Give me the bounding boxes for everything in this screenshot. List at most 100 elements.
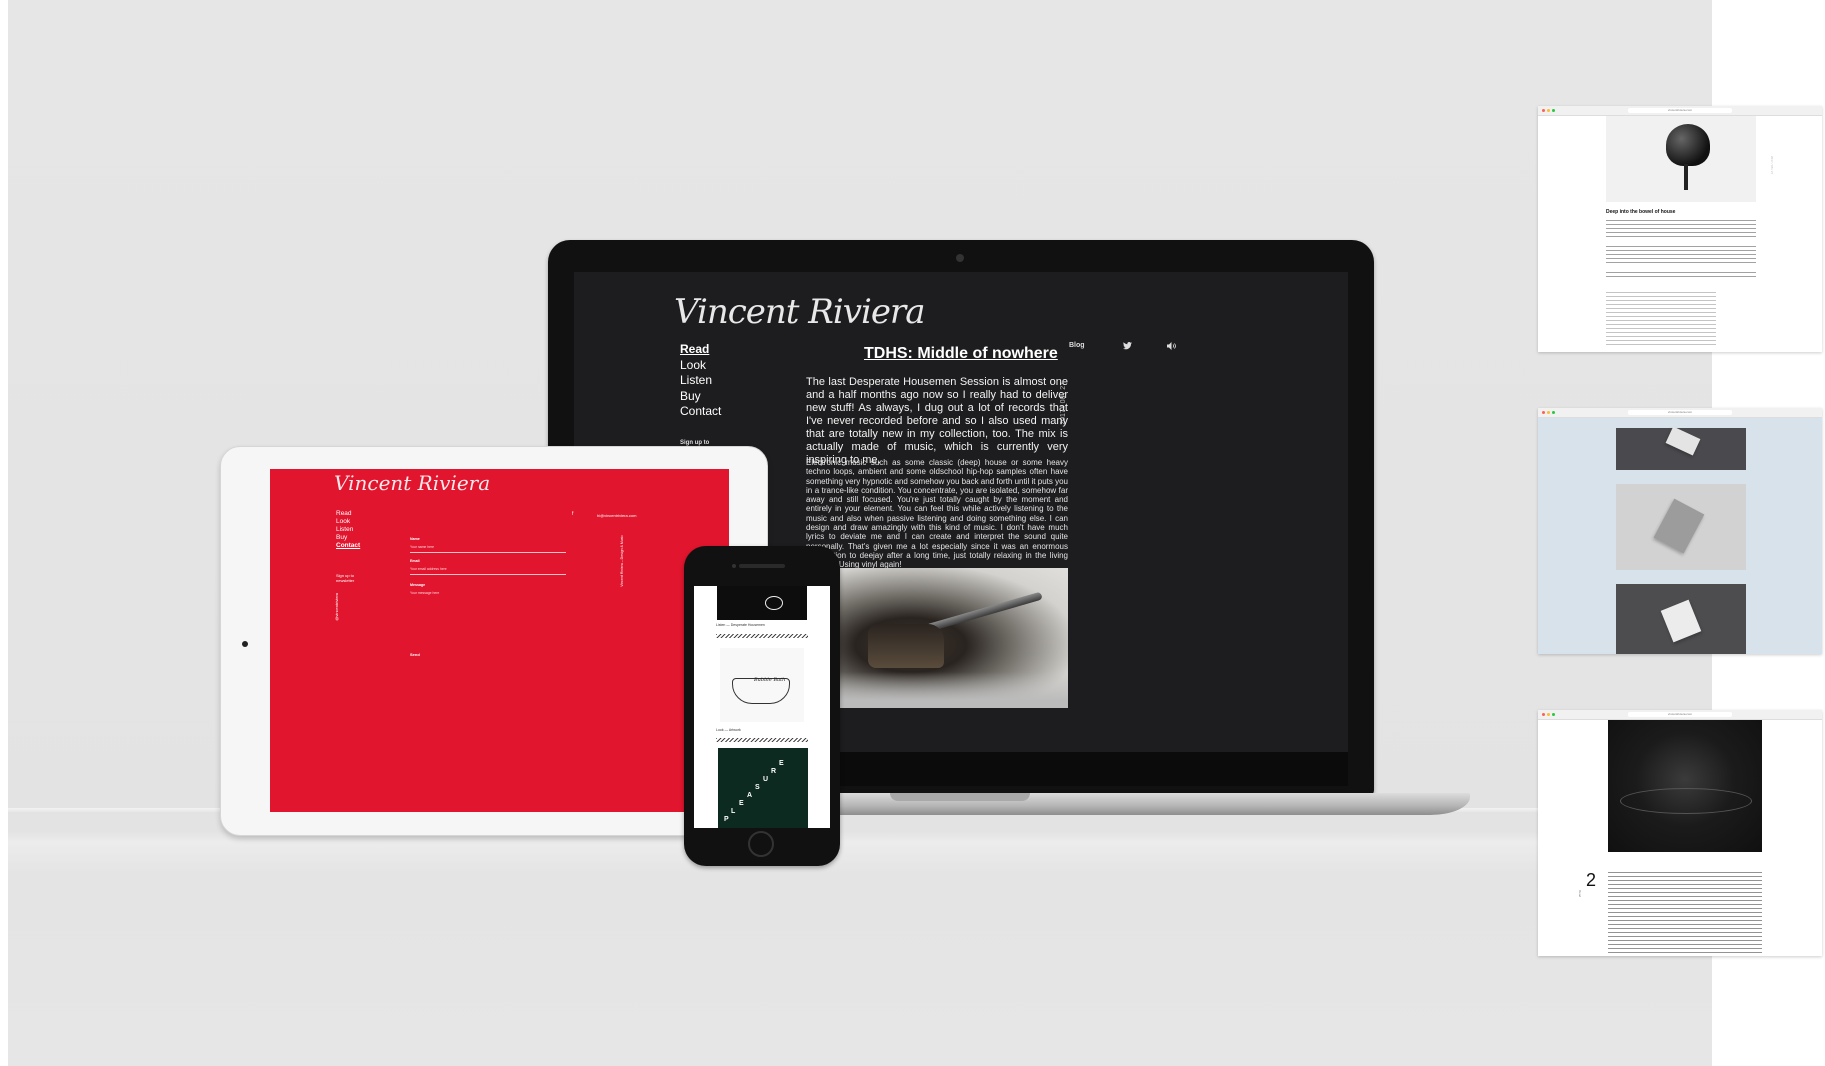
nav-buy[interactable]: Buy — [336, 534, 360, 542]
twitter-icon[interactable] — [1123, 342, 1132, 352]
orb-shape — [765, 596, 783, 610]
laptop-nav: Read Look Listen Buy Contact — [680, 342, 721, 420]
nav-listen[interactable]: Listen — [680, 373, 721, 389]
browser-card-1[interactable]: vincentriviera.com Deep into the bowel o… — [1538, 106, 1822, 352]
tablet-screen: Vincent Riviera Read Look Listen Buy Con… — [270, 469, 729, 812]
text-block — [1606, 246, 1756, 266]
gallery-image[interactable] — [1616, 426, 1746, 470]
tracklist-block — [1606, 292, 1716, 348]
phone-caption: Look — Artwork — [716, 728, 741, 732]
turntable-photo — [806, 568, 1068, 708]
laptop-notch — [890, 793, 1030, 801]
maximize-dot-icon[interactable] — [1552, 109, 1555, 112]
vinyl-photo — [1608, 720, 1762, 852]
card-shape — [1653, 498, 1705, 554]
zigzag-divider — [716, 738, 808, 742]
close-dot-icon[interactable] — [1542, 109, 1545, 112]
tub-text: Bubble Bath — [754, 677, 786, 683]
card-shape — [1665, 426, 1701, 456]
email-input[interactable]: Your email address here — [410, 567, 566, 571]
browser-card-3[interactable]: vincentriviera.com 2 Read — [1538, 710, 1822, 956]
phone-artwork-2[interactable]: Bubble Bath — [720, 648, 804, 722]
card-side-text: 2017 / 08 / 27 — [1770, 156, 1774, 175]
side-note: Vincent Riviera – Design & Music — [620, 535, 624, 587]
nav-look[interactable]: Look — [680, 358, 721, 374]
browser-chrome: vincentriviera.com — [1538, 106, 1822, 116]
phone-artwork-3[interactable]: P L E A S U R E — [718, 748, 808, 828]
pleasure-letter: A — [747, 792, 753, 799]
pleasure-letter: R — [771, 768, 777, 775]
gallery-image[interactable] — [1616, 584, 1746, 654]
facebook-icon[interactable]: f — [572, 511, 573, 517]
speaker-icon[interactable] — [1167, 342, 1176, 352]
contact-email[interactable]: hi@vincentriviera.com — [597, 513, 636, 518]
name-label: Name — [410, 537, 420, 541]
bulb-stem — [1684, 164, 1688, 190]
name-input[interactable]: Your name here — [410, 545, 566, 549]
phone-camera — [732, 564, 736, 568]
card-shape — [1660, 599, 1702, 643]
send-button[interactable]: Send — [410, 652, 420, 657]
tonearm-shape — [925, 591, 1043, 633]
close-dot-icon[interactable] — [1542, 713, 1545, 716]
message-field[interactable]: Message Your message here — [410, 583, 566, 595]
nav-buy[interactable]: Buy — [680, 389, 721, 405]
browser-card-2[interactable]: vincentriviera.com — [1538, 408, 1822, 654]
minimize-dot-icon[interactable] — [1547, 411, 1550, 414]
email-field[interactable]: Email Your email address here — [410, 559, 566, 575]
post-title[interactable]: TDHS: Middle of nowhere — [864, 345, 1058, 363]
pleasure-letter: P — [724, 816, 729, 823]
gallery-image[interactable] — [1616, 484, 1746, 570]
url-bar[interactable]: vincentriviera.com — [1628, 712, 1732, 717]
signup-link[interactable]: Sign up to newsletter — [336, 573, 358, 583]
message-input[interactable]: Your message here — [410, 591, 566, 595]
browser-chrome: vincentriviera.com — [1538, 710, 1822, 720]
bulb-shape — [1666, 124, 1710, 166]
url-bar[interactable]: vincentriviera.com — [1628, 108, 1732, 113]
phone-screen: Listen — Desperate Housemen Bubble Bath … — [694, 586, 830, 828]
phone-speaker — [739, 564, 785, 568]
page-number: 2 — [1586, 870, 1597, 890]
pleasure-letter: E — [779, 760, 784, 767]
maximize-dot-icon[interactable] — [1552, 713, 1555, 716]
phone-caption: Listen — Desperate Housemen — [716, 623, 765, 627]
message-label: Message — [410, 583, 426, 587]
nav-contact[interactable]: Contact — [680, 404, 721, 420]
card-side-text: Read — [1578, 890, 1582, 898]
card-title[interactable]: Deep into the bowel of house — [1606, 209, 1675, 215]
post-body: Electronic music such as some classic (d… — [806, 458, 1068, 570]
nav-contact[interactable]: Contact — [336, 542, 360, 550]
tablet-nav: Read Look Listen Buy Contact — [336, 510, 360, 550]
phone-artwork-1[interactable] — [717, 586, 807, 620]
nav-look[interactable]: Look — [336, 518, 360, 526]
social-handle[interactable]: @vincentriviera — [334, 593, 339, 621]
cartridge-shape — [868, 624, 944, 668]
signature-logo[interactable]: Vincent Riviera — [674, 292, 925, 332]
pleasure-letter: E — [739, 800, 744, 807]
pleasure-letter: L — [731, 808, 736, 815]
signature-logo[interactable]: Vincent Riviera — [334, 471, 490, 495]
nav-read[interactable]: Read — [680, 342, 721, 358]
name-field[interactable]: Name Your name here — [410, 537, 566, 553]
text-block — [1606, 220, 1756, 240]
platter-edge — [806, 672, 1068, 708]
nav-read[interactable]: Read — [336, 510, 360, 518]
tablet-home-button — [242, 641, 248, 647]
nav-listen[interactable]: Listen — [336, 526, 360, 534]
minimize-dot-icon[interactable] — [1547, 109, 1550, 112]
zigzag-divider — [716, 634, 808, 638]
field-underline — [410, 574, 566, 575]
blog-link[interactable]: Blog — [1069, 342, 1085, 349]
maximize-dot-icon[interactable] — [1552, 411, 1555, 414]
pleasure-letter: S — [755, 784, 760, 791]
browser-chrome: vincentriviera.com — [1538, 408, 1822, 418]
phone-device: Listen — Desperate Housemen Bubble Bath … — [684, 546, 840, 866]
text-block — [1606, 272, 1756, 280]
laptop-camera — [956, 254, 964, 262]
close-dot-icon[interactable] — [1542, 411, 1545, 414]
url-bar[interactable]: vincentriviera.com — [1628, 410, 1732, 415]
phone-home-button — [748, 831, 774, 857]
minimize-dot-icon[interactable] — [1547, 713, 1550, 716]
lightbulb-photo — [1606, 116, 1756, 202]
email-label: Email — [410, 559, 420, 563]
